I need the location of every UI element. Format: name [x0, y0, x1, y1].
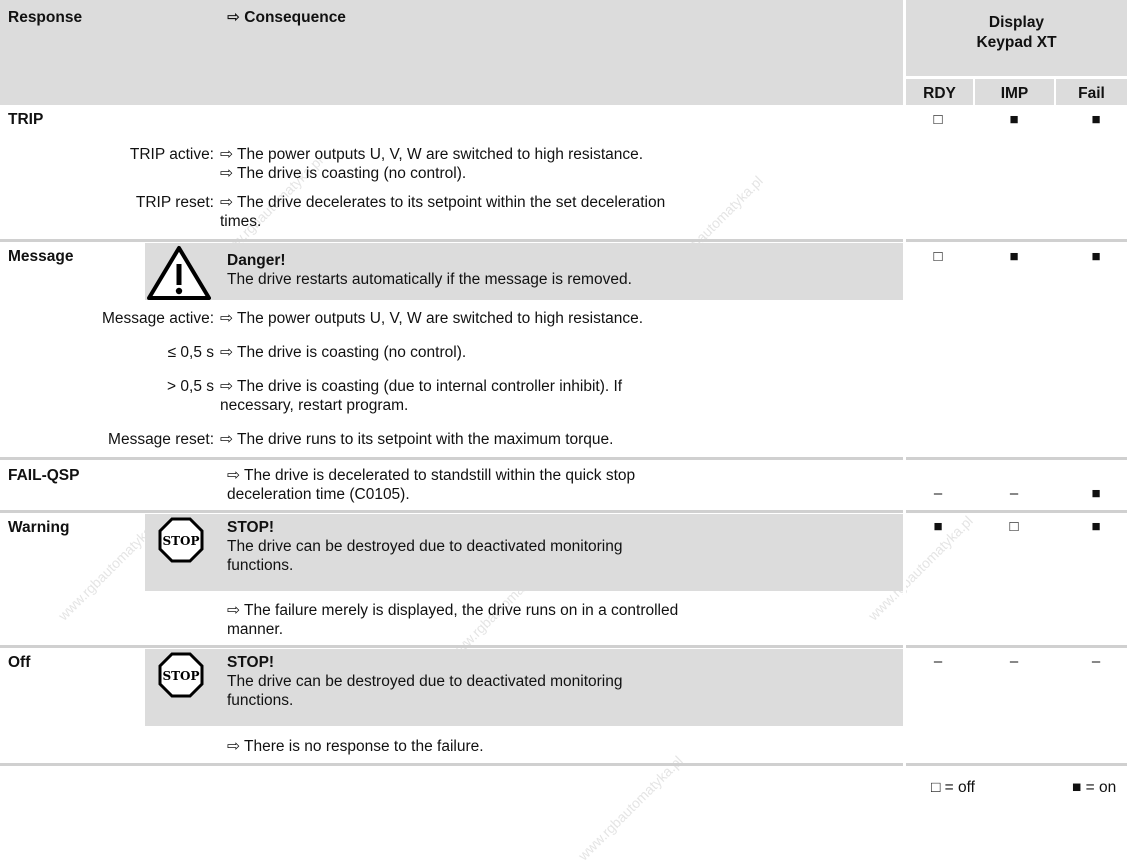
message-le-text: ⇨ The drive is coasting (no control).: [220, 344, 467, 361]
danger-title: Danger!: [227, 252, 286, 269]
message-rdy: □: [933, 248, 943, 265]
off-rdy: –: [933, 653, 943, 670]
message-gt-2: necessary, restart program.: [220, 397, 409, 414]
header-fail: Fail: [1078, 85, 1105, 102]
warning-imp: □: [1009, 518, 1019, 535]
warning-stop-1: The drive can be destroyed due to deacti…: [227, 538, 623, 555]
message-active-label: Message active:: [102, 310, 214, 327]
message-reset-label: Message reset:: [108, 431, 214, 448]
header-response: Response: [8, 9, 83, 26]
failqsp-rdy: –: [933, 485, 943, 502]
stop-icon-text: STOP: [162, 669, 199, 683]
header-imp: IMP: [1000, 85, 1029, 102]
message-active-text: ⇨ The power outputs U, V, W are switched…: [220, 310, 644, 327]
trip-label: TRIP: [8, 111, 44, 128]
warning-text-2: manner.: [227, 621, 284, 638]
header-keypad: Keypad XT: [976, 34, 1057, 51]
warning-text-1: ⇨ The failure merely is displayed, the d…: [227, 602, 679, 619]
failqsp-text-2: deceleration time (C0105).: [227, 486, 410, 503]
off-stop-1: The drive can be destroyed due to deacti…: [227, 673, 623, 690]
stop-icon: STOP: [158, 517, 204, 563]
off-stop-2: functions.: [227, 692, 294, 709]
warning-fail: ■: [1091, 518, 1101, 535]
message-label: Message: [8, 248, 74, 265]
message-imp: ■: [1009, 248, 1019, 265]
message-le-label: ≤ 0,5 s: [167, 344, 214, 361]
off-text-1: ⇨ There is no response to the failure.: [227, 738, 484, 755]
message-reset-text: ⇨ The drive runs to its setpoint with th…: [220, 431, 614, 448]
danger-icon: [147, 246, 211, 300]
stop-icon-text: STOP: [162, 534, 199, 548]
legend-off: □ = off: [931, 779, 975, 796]
stop-icon: STOP: [158, 652, 204, 698]
message-gt-1: ⇨ The drive is coasting (due to internal…: [220, 378, 623, 395]
trip-imp: ■: [1009, 111, 1019, 128]
off-stop-title: STOP!: [227, 654, 275, 671]
header-rdy: RDY: [923, 85, 956, 102]
trip-active-1: ⇨ The power outputs U, V, W are switched…: [220, 146, 644, 163]
trip-reset-label: TRIP reset:: [135, 194, 214, 211]
trip-fail: ■: [1091, 111, 1101, 128]
trip-active-label: TRIP active:: [129, 146, 214, 163]
watermark: www.rgbautomatyka.pl: [574, 752, 686, 863]
failqsp-imp: –: [1009, 485, 1019, 502]
failqsp-fail: ■: [1091, 485, 1101, 502]
message-gt-label: > 0,5 s: [167, 378, 214, 395]
warning-label: Warning: [8, 519, 70, 536]
message-fail: ■: [1091, 248, 1101, 265]
off-fail: –: [1091, 653, 1101, 670]
danger-text: The drive restarts automatically if the …: [227, 271, 632, 288]
off-imp: –: [1009, 653, 1019, 670]
trip-reset-1: ⇨ The drive decelerates to its setpoint …: [220, 194, 666, 211]
warning-stop-2: functions.: [227, 557, 294, 574]
header-display: Display: [988, 14, 1045, 31]
off-label: Off: [8, 654, 31, 671]
header-consequence: ⇨ Consequence: [227, 9, 346, 26]
failqsp-text-1: ⇨ The drive is decelerated to standstill…: [227, 467, 636, 484]
warning-rdy: ■: [933, 518, 943, 535]
trip-active-2: ⇨ The drive is coasting (no control).: [220, 165, 467, 182]
trip-reset-2: times.: [220, 213, 262, 230]
failqsp-label: FAIL-QSP: [8, 467, 80, 484]
warning-stop-title: STOP!: [227, 519, 275, 536]
legend-on: ■ = on: [1072, 779, 1117, 796]
trip-rdy: □: [933, 111, 943, 128]
